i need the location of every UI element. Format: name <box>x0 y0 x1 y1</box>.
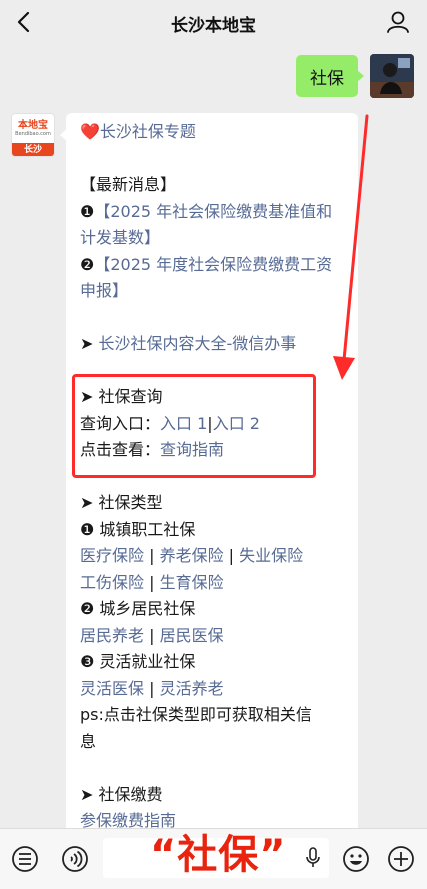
arrow-bullet-icon: ➤ <box>80 784 99 804</box>
news-link-2[interactable]: 【2025 年度社会保险费缴费工资 <box>94 255 332 274</box>
news-link-2-cont[interactable]: 申报】 <box>80 281 128 300</box>
type-1-links-a: 医疗保险 | 养老保险 | 失业保险 <box>80 543 355 570</box>
ps-note-line-2: 息 <box>80 731 97 751</box>
topic-line: ❤️长沙社保专题 <box>80 119 355 146</box>
top-bar: 长沙本地宝 <box>0 0 427 44</box>
menu-list-icon[interactable] <box>10 844 40 874</box>
user-avatar[interactable] <box>370 54 414 98</box>
all-content-link[interactable]: 长沙社保内容大全-微信办事 <box>99 334 297 353</box>
unemployment-insurance-link[interactable]: 失业保险 <box>239 546 303 565</box>
resident-medical-link[interactable]: 居民医保 <box>160 626 224 645</box>
news-item-1-cont: 计发基数】 <box>80 225 355 252</box>
news-item-2: ❷【2025 年度社会保险费缴费工资 <box>80 252 355 279</box>
type-2-links: 居民养老 | 居民医保 <box>80 623 355 650</box>
brand-city-label: 长沙 <box>12 143 54 156</box>
link-separator: | <box>144 546 160 565</box>
pension-insurance-link[interactable]: 养老保险 <box>160 546 224 565</box>
flex-medical-link[interactable]: 灵活医保 <box>80 679 144 698</box>
arrow-bullet-icon: ➤ <box>80 493 99 512</box>
type-3-heading: ❸ 灵活就业社保 <box>80 652 196 671</box>
link-separator: | <box>144 678 160 698</box>
type-3-links: 灵活医保 | 灵活养老 <box>80 676 355 703</box>
news-item-2-cont: 申报】 <box>80 278 355 305</box>
all-content-line: ➤ 长沙社保内容大全-微信办事 <box>80 331 355 358</box>
ps-note-line-1: ps:点击社保类型即可获取相关信 <box>80 705 312 724</box>
voice-input-icon[interactable] <box>60 844 90 874</box>
heart-icon: ❤️ <box>80 122 100 141</box>
latest-heading: 【最新消息】 <box>80 175 177 194</box>
resident-pension-link[interactable]: 居民养老 <box>80 626 144 645</box>
profile-icon[interactable] <box>385 9 411 35</box>
type-heading-line: ➤ 社保类型 <box>80 490 355 517</box>
official-account-avatar[interactable]: 本地宝 Bendibao.com 长沙 <box>11 113 55 157</box>
user-avatar-image <box>370 54 414 98</box>
link-separator: | <box>144 572 160 592</box>
type-1-links-b: 工伤保险 | 生育保险 <box>80 570 355 597</box>
brand-logo-domain: Bendibao.com <box>15 131 51 137</box>
plus-more-icon[interactable] <box>386 844 416 874</box>
arrow-bullet-icon: ➤ <box>80 334 99 353</box>
link-separator: | <box>223 546 240 565</box>
news-item-1: ❶【2025 年社会保险缴费基准值和 <box>80 199 355 226</box>
injury-insurance-link[interactable]: 工伤保险 <box>80 573 144 592</box>
type-1-heading: ❶ 城镇职工社保 <box>80 519 196 539</box>
news-link-1[interactable]: 【2025 年社会保险缴费基准值和 <box>94 202 332 221</box>
type-2-heading: ❷ 城乡居民社保 <box>80 599 196 618</box>
bubble-tail <box>60 128 68 142</box>
highlight-box <box>72 374 316 478</box>
chat-title: 长沙本地宝 <box>171 16 256 36</box>
microphone-icon[interactable] <box>305 847 321 869</box>
news-number-2: ❷ <box>80 254 95 274</box>
emoji-icon[interactable] <box>341 844 371 874</box>
pay-heading: 社保缴费 <box>98 784 163 804</box>
overlay-caption: “社保” <box>150 832 287 878</box>
pay-heading-line: ➤ 社保缴费 <box>80 782 355 809</box>
sent-message-text: 社保 <box>310 68 344 89</box>
type-heading: 社保类型 <box>98 493 163 512</box>
flex-pension-link[interactable]: 灵活养老 <box>160 679 224 698</box>
news-link-1-cont[interactable]: 计发基数】 <box>80 228 160 247</box>
news-number-1: ❶ <box>80 201 95 221</box>
brand-logo-name: 本地宝 <box>18 120 48 131</box>
sent-message-bubble[interactable]: 社保 <box>296 55 364 97</box>
medical-insurance-link[interactable]: 医疗保险 <box>80 546 144 565</box>
topic-link[interactable]: 长沙社保专题 <box>100 122 196 141</box>
link-separator: | <box>144 625 160 645</box>
maternity-insurance-link[interactable]: 生育保险 <box>160 573 224 592</box>
